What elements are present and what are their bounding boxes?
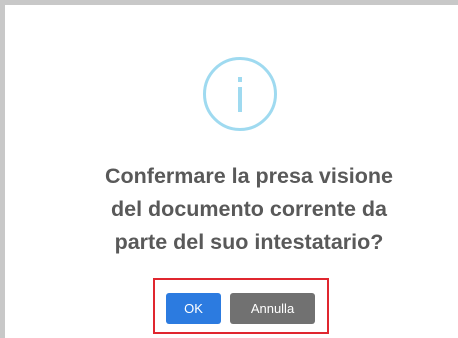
dialog-frame: Confermare la presa visione del document… [0,0,458,338]
info-icon [203,57,277,131]
confirm-dialog: Confermare la presa visione del document… [5,5,458,338]
ok-button[interactable]: OK [166,293,221,324]
info-glyph [238,77,242,112]
dialog-message-line: del documento corrente da [111,197,387,221]
dialog-message-line: Confermare la presa visione [105,164,393,188]
dialog-message-line: parte del suo intestatario? [114,230,384,254]
buttons-highlight-box: OK Annulla [153,278,329,334]
cancel-button[interactable]: Annulla [230,293,315,324]
dialog-message: Confermare la presa visione del document… [20,160,458,259]
